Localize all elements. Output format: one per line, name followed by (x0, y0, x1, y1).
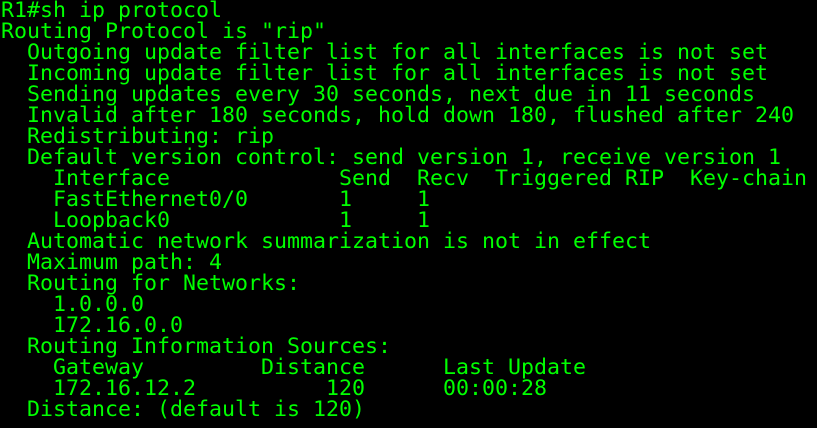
interface-row-fastethernet: FastEthernet0/0 1 1 (1, 187, 431, 212)
interface-row-loopback: Loopback0 1 1 (1, 208, 431, 233)
command-prompt-line: R1#sh ip protocol (1, 0, 223, 23)
information-sources-heading: Routing Information Sources: (1, 334, 392, 359)
redistributing-line: Redistributing: rip (1, 124, 275, 149)
sources-table-header: Gateway Distance Last Update (1, 355, 587, 380)
auto-summarization-line: Automatic network summarization is not i… (1, 229, 652, 254)
version-control-line: Default version control: send version 1,… (1, 145, 782, 170)
routing-networks-heading: Routing for Networks: (1, 271, 301, 296)
sources-table-row: 172.16.12.2 120 00:00:28 (1, 376, 548, 401)
timers-line: Invalid after 180 seconds, hold down 180… (1, 103, 795, 128)
sending-updates-line: Sending updates every 30 seconds, next d… (1, 82, 756, 107)
network-entry: 172.16.0.0 (1, 313, 184, 338)
terminal-window[interactable]: R1#sh ip protocol Routing Protocol is "r… (0, 0, 817, 428)
incoming-filter-line: Incoming update filter list for all inte… (1, 61, 769, 86)
network-entry: 1.0.0.0 (1, 292, 145, 317)
outgoing-filter-line: Outgoing update filter list for all inte… (1, 40, 769, 65)
maximum-path-line: Maximum path: 4 (1, 250, 223, 275)
routing-protocol-line: Routing Protocol is "rip" (1, 19, 327, 44)
interface-table-header: Interface Send Recv Triggered RIP Key-ch… (1, 166, 808, 191)
distance-line: Distance: (default is 120) (1, 397, 366, 422)
